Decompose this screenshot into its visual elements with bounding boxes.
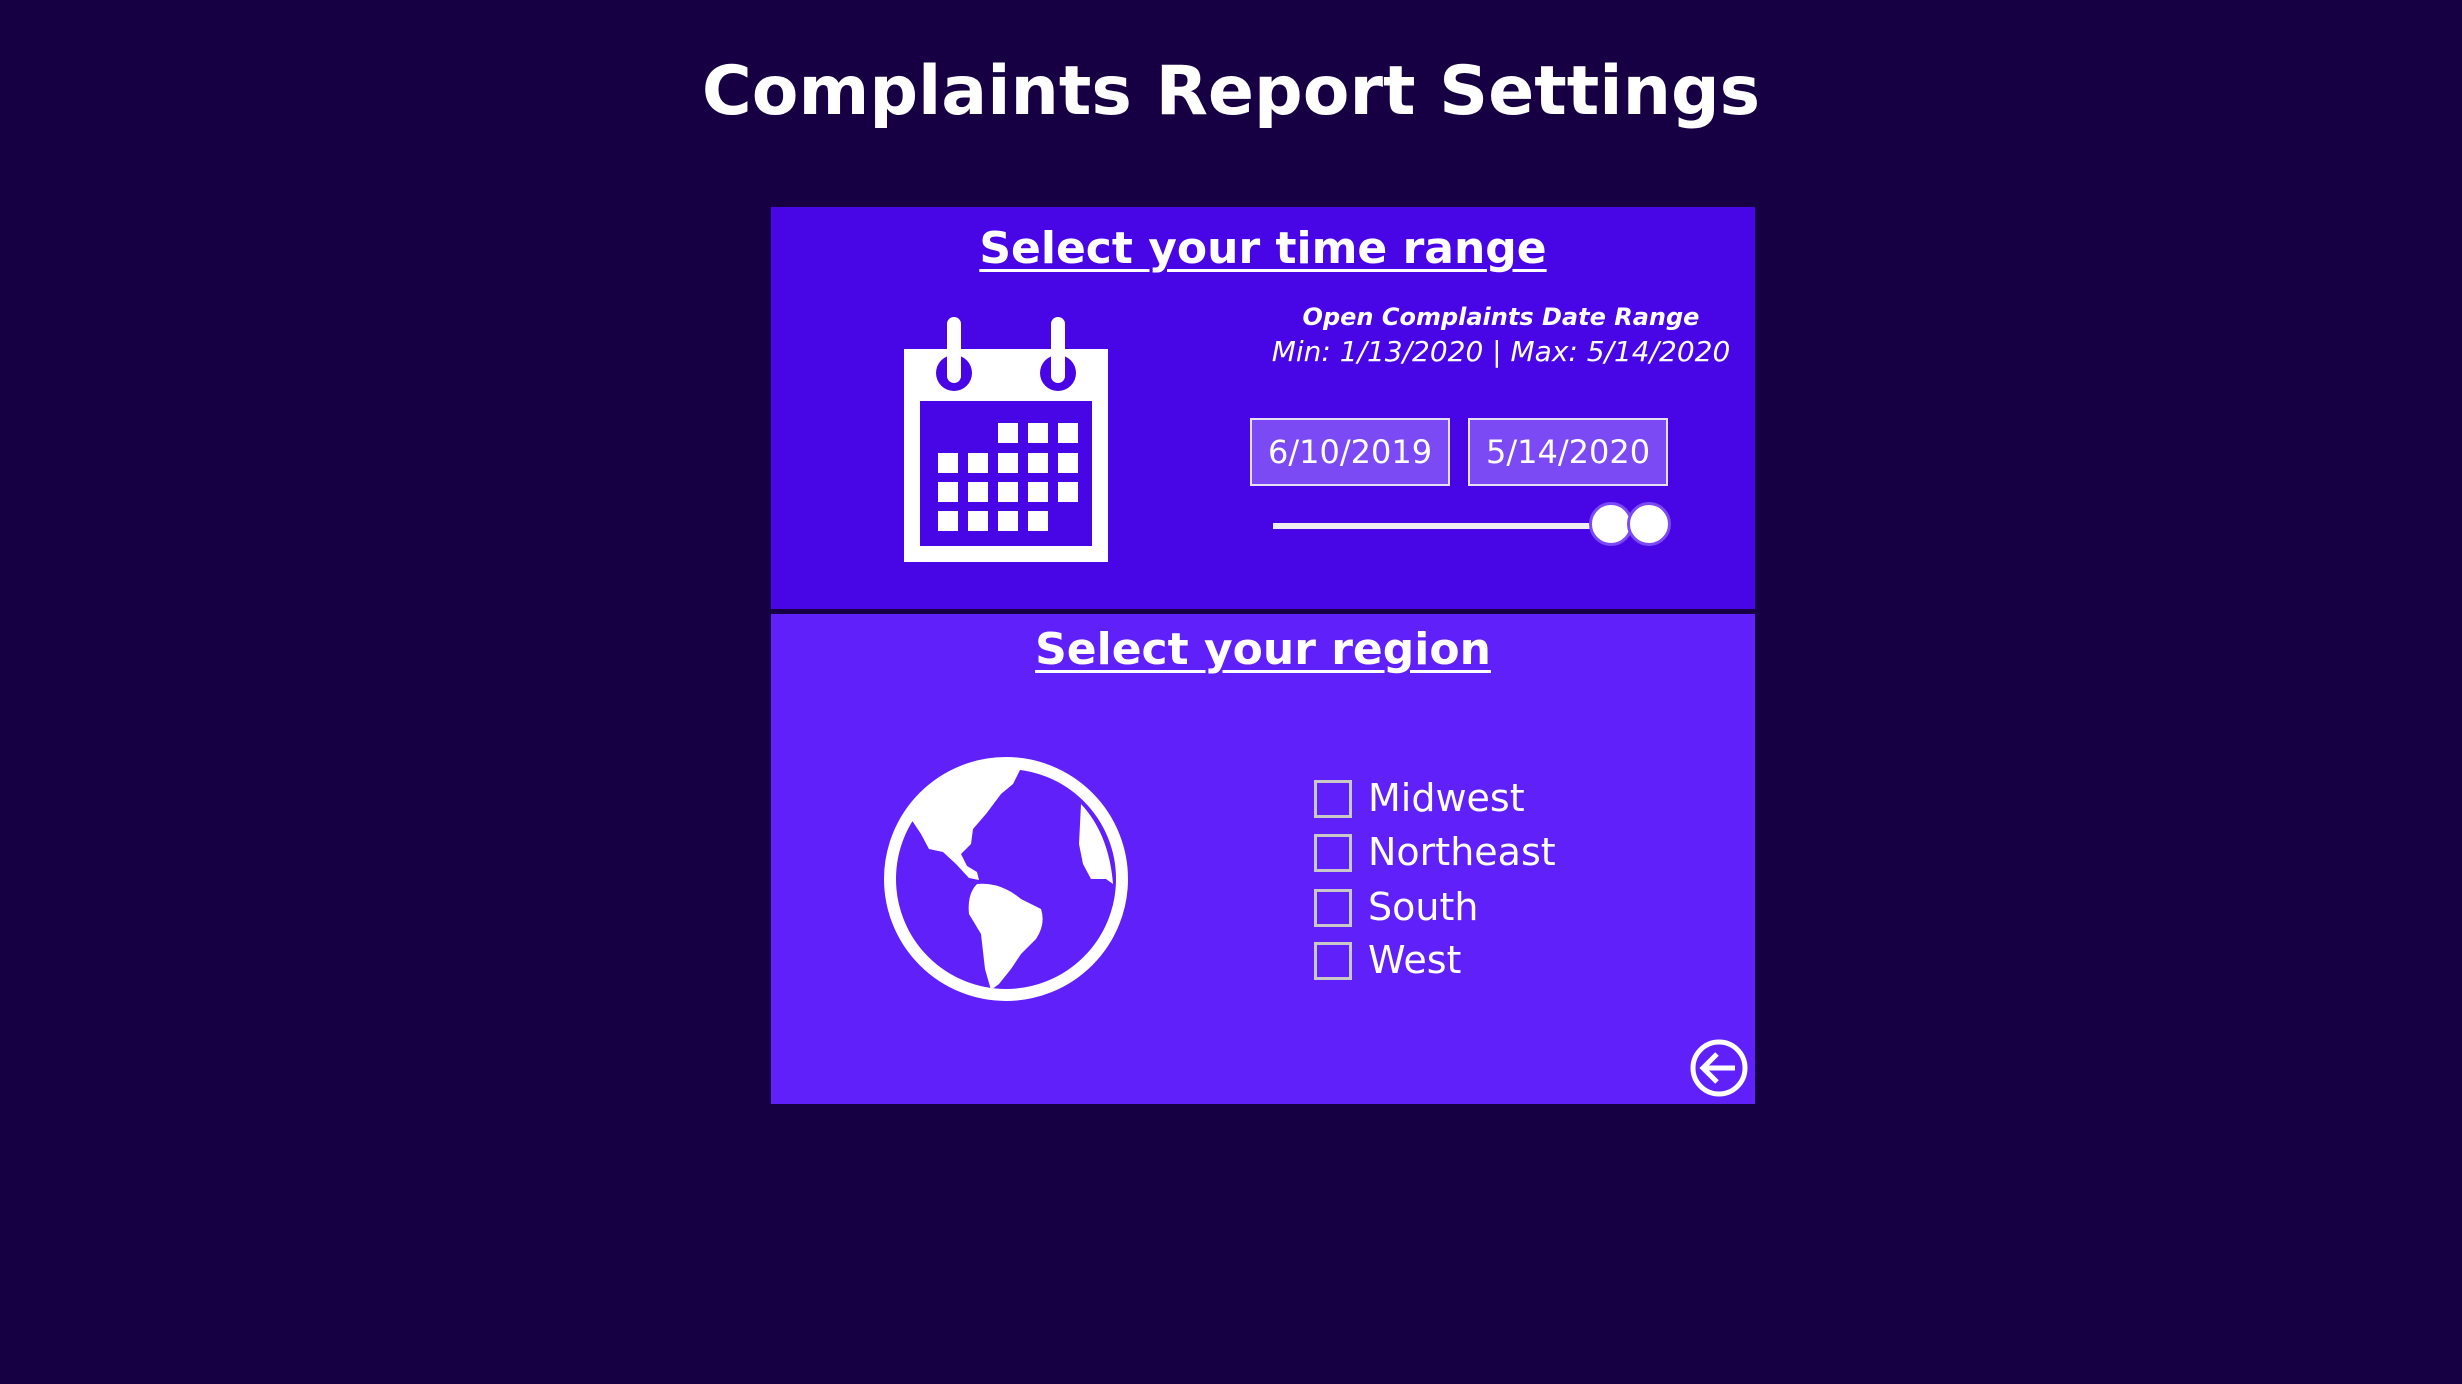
checkbox-west[interactable] [1314, 942, 1352, 980]
date-range-label: Open Complaints Date Range [1302, 303, 1700, 331]
start-date-input[interactable]: 6/10/2019 [1250, 418, 1450, 486]
checkbox-south[interactable] [1314, 889, 1352, 927]
label-northeast[interactable]: Northeast [1368, 830, 1556, 874]
date-range-minmax: Min: 1/13/2020 | Max: 5/14/2020 [1271, 335, 1731, 368]
label-south[interactable]: South [1368, 885, 1478, 929]
page-title: Complaints Report Settings [701, 52, 1761, 131]
date-slider-end-handle[interactable] [1627, 502, 1671, 546]
calendar-icon [904, 317, 1108, 562]
region-panel: Select your region Midwest Northeast Sou… [771, 614, 1755, 1104]
back-arrow-circle-icon[interactable] [1689, 1038, 1749, 1098]
label-midwest[interactable]: Midwest [1368, 776, 1525, 820]
globe-icon [884, 757, 1128, 1001]
label-west[interactable]: West [1368, 938, 1461, 982]
time-range-panel: Select your time range Open Complaints D… [771, 207, 1755, 609]
checkbox-northeast[interactable] [1314, 834, 1352, 872]
end-date-input[interactable]: 5/14/2020 [1468, 418, 1668, 486]
checkbox-midwest[interactable] [1314, 780, 1352, 818]
date-slider-track[interactable] [1273, 523, 1593, 529]
region-heading: Select your region [1035, 624, 1491, 675]
time-range-heading: Select your time range [979, 223, 1547, 274]
